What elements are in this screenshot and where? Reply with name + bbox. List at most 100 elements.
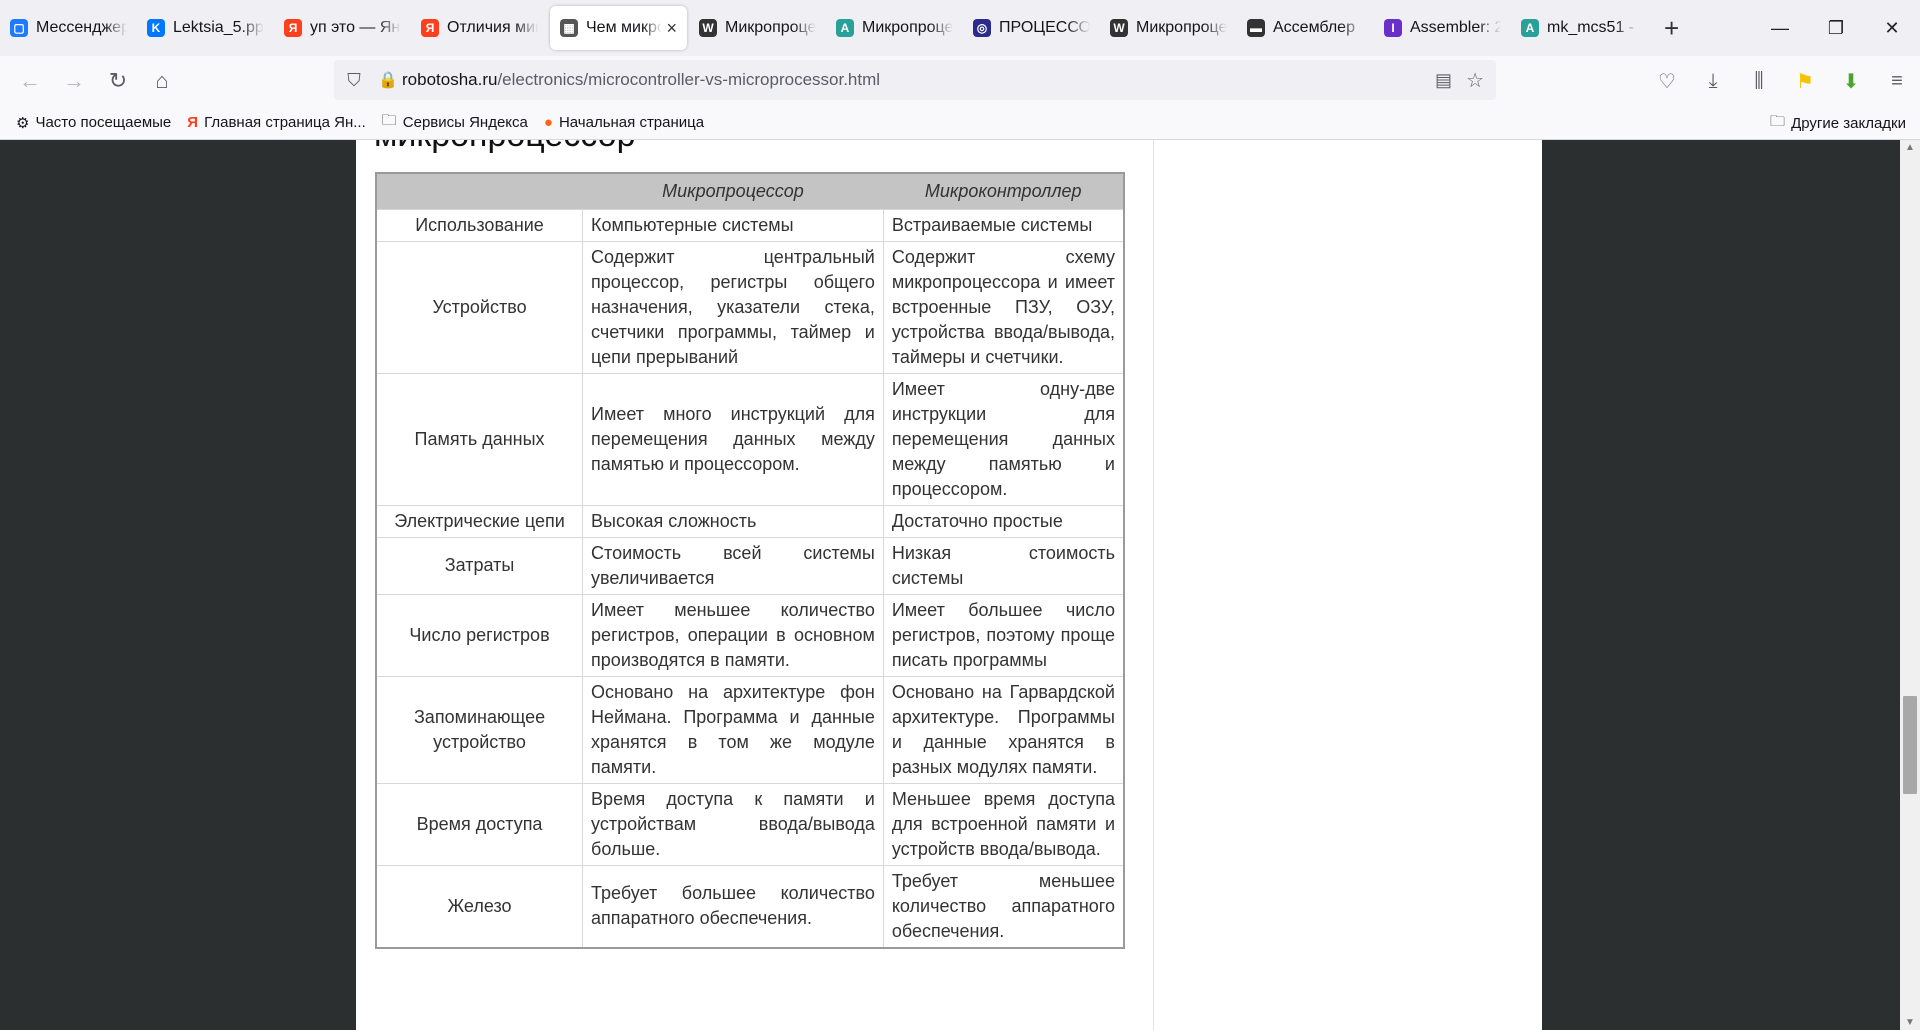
row-label-cell: Железо bbox=[375, 864, 584, 948]
table-cell: Меньшее время доступа для встроенной пам… bbox=[882, 782, 1125, 866]
tab-10[interactable]: I Assembler: 2 bbox=[1374, 6, 1511, 50]
tab-title: ПРОЦЕССОР bbox=[999, 19, 1090, 36]
window-controls: — ❐ ✕ bbox=[1752, 0, 1920, 56]
folder-icon: 🗀 bbox=[381, 112, 397, 129]
bookmark-flag-icon[interactable]: ⚑ bbox=[1782, 69, 1828, 94]
tab-8[interactable]: W Микропроцессор bbox=[1100, 6, 1237, 50]
wordpress-icon: W bbox=[1110, 19, 1128, 37]
tab-title: Lektsia_5.ppt bbox=[173, 19, 264, 36]
tab-2[interactable]: Яуп это — Яндекс bbox=[274, 6, 411, 50]
table-cell: Содержит схему микропроцессора и имеет в… bbox=[882, 240, 1125, 374]
table-cell: Время доступа к памяти и устройствам вво… bbox=[582, 782, 884, 866]
lock-icon[interactable]: 🔒 bbox=[374, 70, 402, 90]
bookmark-yandex-services[interactable]: 🗀 Сервисы Яндекса bbox=[374, 110, 536, 135]
table-header-row: Микропроцессор Микроконтроллер bbox=[376, 173, 1124, 209]
tab-title: Мессенджер bbox=[36, 19, 127, 36]
table-row: Устройство Содержит центральный процессор… bbox=[375, 240, 1125, 374]
tab-7[interactable]: ◎ ПРОЦЕССОР bbox=[963, 6, 1100, 50]
close-window-icon[interactable]: ✕ bbox=[1864, 0, 1920, 56]
table-cell: Имеет меньшее количество регистров, опер… bbox=[582, 593, 884, 677]
i-icon: I bbox=[1384, 19, 1402, 37]
table-cell: Имеет много инструкций для перемещения д… bbox=[582, 372, 884, 506]
yandex-icon: Я bbox=[421, 19, 439, 37]
row-label-cell: Запоминающее устройство bbox=[375, 675, 584, 784]
table-cell: Высокая сложность bbox=[582, 504, 884, 538]
bookmark-start-page[interactable]: ● Начальная страница bbox=[536, 114, 712, 131]
table-cell: Основано на архитектуре фон Неймана. Про… bbox=[582, 675, 884, 784]
tab-title: Отличия микр bbox=[447, 19, 538, 36]
site-icon: A bbox=[836, 19, 854, 37]
table-cell: Низкая стоимость системы bbox=[882, 536, 1125, 595]
tab-title: Assembler: 2 bbox=[1410, 19, 1501, 36]
table-cell: Имеет большее число регистров, поэтому п… bbox=[882, 593, 1125, 677]
bookmark-most-visited[interactable]: ⚙ Часто посещаемые bbox=[8, 114, 179, 132]
table-cell: Компьютерные системы bbox=[582, 208, 884, 242]
bookmark-other[interactable]: 🗀 Другие закладки bbox=[1770, 106, 1906, 140]
forward-icon[interactable]: → bbox=[52, 63, 96, 99]
tab-11[interactable]: Amk_mcs51 - bbox=[1511, 6, 1648, 50]
page-viewport: микропроцессор Микропроцессор Микроконтр… bbox=[0, 140, 1920, 1030]
minimize-icon[interactable]: — bbox=[1752, 0, 1808, 56]
menu-icon[interactable]: ≡ bbox=[1874, 70, 1920, 93]
table-row: Время доступа Время доступа к памяти и ус… bbox=[375, 782, 1125, 866]
bookmark-yandex-home[interactable]: Я Главная страница Ян... bbox=[179, 114, 373, 131]
table-row: Память данных Имеет много инструкций для … bbox=[375, 372, 1125, 506]
home-icon[interactable]: ⌂ bbox=[140, 63, 184, 99]
yandex-icon: Я bbox=[187, 114, 199, 131]
table-cell: Содержит центральный процессор, регистры… bbox=[582, 240, 884, 374]
extension-icon[interactable]: ⬇ bbox=[1828, 69, 1874, 94]
gear-icon: ⚙ bbox=[16, 114, 30, 132]
table-cell: Основано на Гарвардской архитектуре. Про… bbox=[882, 675, 1125, 784]
tab-9[interactable]: ▬ Ассемблер bbox=[1237, 6, 1374, 50]
section-heading: микропроцессор bbox=[374, 140, 636, 155]
pocket-icon[interactable]: ♡ bbox=[1644, 69, 1690, 94]
scroll-down-icon[interactable]: ▼ bbox=[1900, 1017, 1920, 1028]
tab-title: mk_mcs51 - bbox=[1547, 19, 1635, 36]
wordpress-icon: W bbox=[699, 19, 717, 37]
address-bar[interactable]: ⛉ 🔒 robotosha.ru/electronics/microcontro… bbox=[334, 60, 1496, 100]
url-domain: robotosha.ru bbox=[402, 70, 498, 89]
firefox-icon: ● bbox=[543, 114, 553, 131]
page-content: микропроцессор Микропроцессор Микроконтр… bbox=[356, 140, 1542, 1030]
new-tab-button[interactable]: + bbox=[1648, 6, 1695, 50]
reader-view-icon[interactable]: ▤ bbox=[1435, 70, 1452, 91]
url-path: /electronics/microcontroller-vs-micropro… bbox=[497, 70, 881, 89]
globe-icon: ◎ bbox=[973, 19, 991, 37]
tab-title: Микропроцессор bbox=[862, 19, 953, 36]
tab-3[interactable]: Я Отличия микр bbox=[411, 6, 548, 50]
scrollbar-thumb[interactable] bbox=[1903, 696, 1917, 794]
back-icon[interactable]: ← bbox=[8, 63, 52, 99]
scrollbar[interactable]: ▲ ▼ bbox=[1900, 140, 1920, 1030]
messenger-icon: ▢ bbox=[10, 19, 28, 37]
page-icon: ▦ bbox=[560, 19, 578, 37]
library-icon[interactable]: ⫼ bbox=[1736, 70, 1782, 93]
table-cell: Имеет одну-две инструкции для перемещени… bbox=[882, 372, 1125, 506]
site-icon: A bbox=[1521, 19, 1539, 37]
tab-title: уп это — Яндекс bbox=[310, 19, 401, 36]
star-icon[interactable]: ☆ bbox=[1466, 68, 1484, 93]
row-label-cell: Использование bbox=[375, 208, 584, 242]
table-row: Число регистров Имеет меньшее количество … bbox=[375, 593, 1125, 677]
sidebar-divider bbox=[1153, 140, 1154, 1030]
tab-title: Чем микро bbox=[586, 19, 663, 36]
table-cell: Встраиваемые системы bbox=[882, 208, 1125, 242]
row-label-cell: Память данных bbox=[375, 372, 584, 506]
close-tab-icon[interactable]: × bbox=[666, 18, 677, 39]
table-row: Использование Компьютерные системы Встраив… bbox=[375, 208, 1125, 242]
tab-4[interactable]: ▦ Чем микро × bbox=[550, 6, 687, 50]
tab-6[interactable]: A Микропроцессор bbox=[826, 6, 963, 50]
table-row: Затраты Стоимость всей системы увеличивае… bbox=[375, 536, 1125, 595]
reload-icon[interactable]: ↻ bbox=[96, 63, 140, 99]
tab-0[interactable]: ▢ Мессенджер bbox=[0, 6, 137, 50]
row-label-cell: Устройство bbox=[375, 240, 584, 374]
download-icon[interactable]: ⤓ bbox=[1690, 70, 1736, 93]
tab-5[interactable]: W Микропроцессор bbox=[689, 6, 826, 50]
folder-icon: 🗀 bbox=[1770, 112, 1786, 130]
comparison-table: Микропроцессор Микроконтроллер Использов… bbox=[375, 172, 1125, 949]
table-row: Электрические цепи Высокая сложность Доста… bbox=[375, 504, 1125, 538]
restore-icon[interactable]: ❐ bbox=[1808, 0, 1864, 56]
tab-1[interactable]: K Lektsia_5.ppt bbox=[137, 6, 274, 50]
scroll-up-icon[interactable]: ▲ bbox=[1900, 142, 1920, 153]
row-label-cell: Затраты bbox=[375, 536, 584, 595]
shield-icon[interactable]: ⛉ bbox=[334, 70, 374, 91]
